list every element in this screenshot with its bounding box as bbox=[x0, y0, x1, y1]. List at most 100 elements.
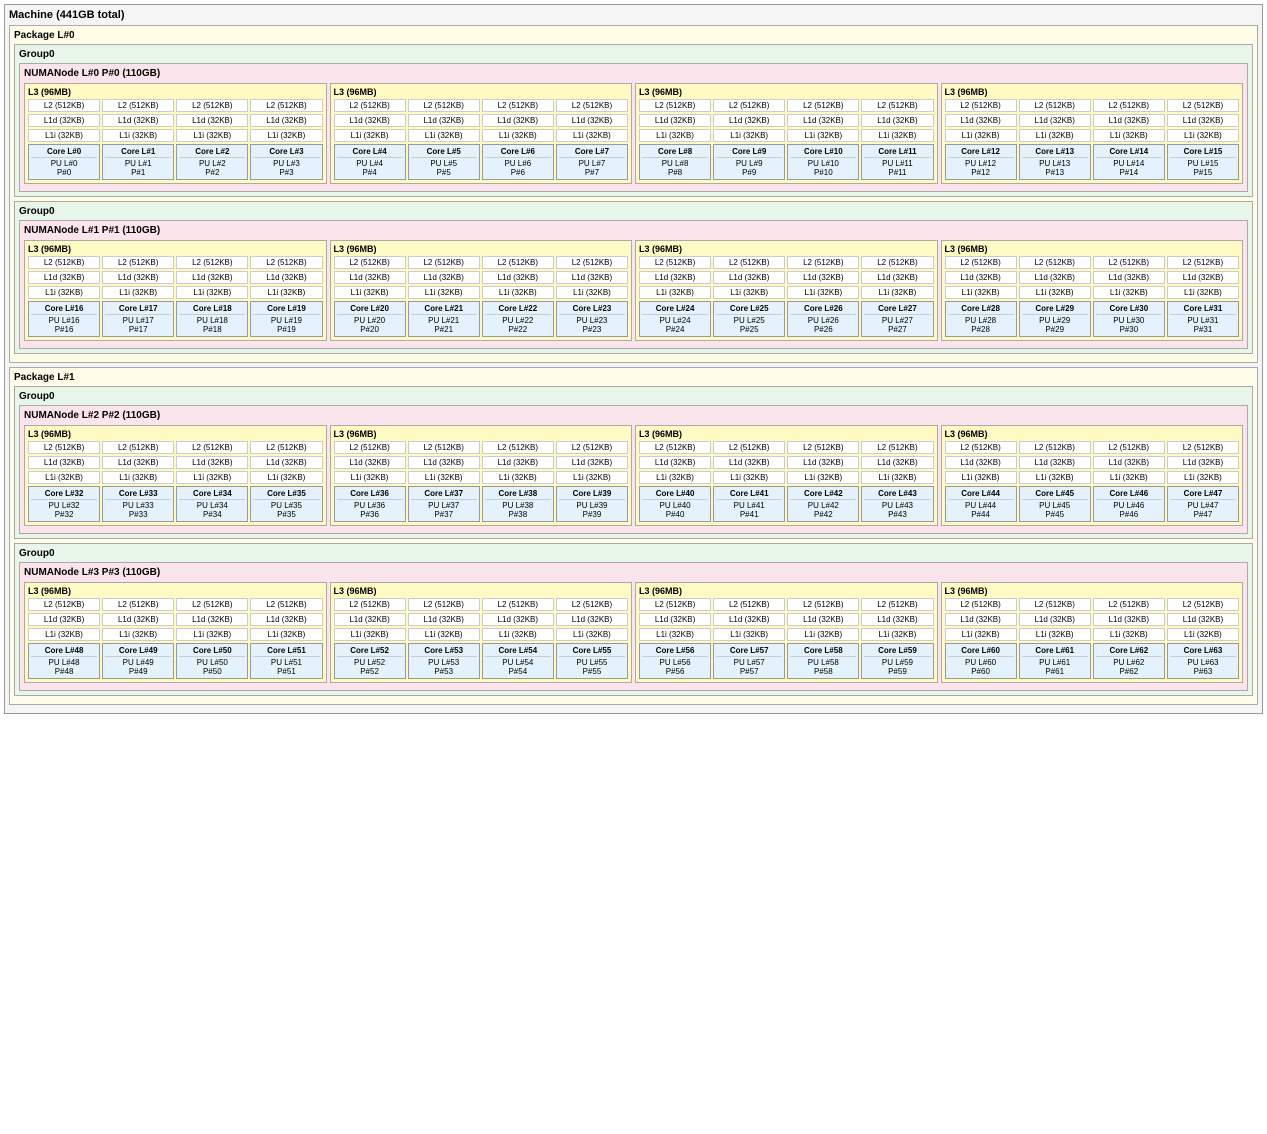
cache-row: L1i (32KB)L1i (32KB)L1i (32KB)L1i (32KB) bbox=[334, 628, 629, 641]
cache-cell: L2 (512KB) bbox=[102, 598, 174, 611]
core-box: Core L#53PU L#53 P#53 bbox=[408, 643, 480, 679]
core-box: Core L#12PU L#12 P#12 bbox=[945, 144, 1017, 180]
cache-cell: L1d (32KB) bbox=[713, 271, 785, 284]
core-label: Core L#53 bbox=[411, 646, 477, 657]
cache-cell: L1i (32KB) bbox=[861, 628, 933, 641]
cache-cell: L1d (32KB) bbox=[102, 271, 174, 284]
numa-title: NUMANode L#0 P#0 (110GB) bbox=[24, 68, 1243, 79]
core-label: Core L#42 bbox=[790, 489, 856, 500]
core-box: Core L#55PU L#55 P#55 bbox=[556, 643, 628, 679]
cache-cell: L2 (512KB) bbox=[556, 99, 628, 112]
pu-label: PU L#25 P#25 bbox=[716, 316, 782, 334]
cache-cell: L2 (512KB) bbox=[408, 256, 480, 269]
cache-cell: L1d (32KB) bbox=[1019, 114, 1091, 127]
l3-title: L3 (96MB) bbox=[945, 87, 1240, 97]
cache-cell: L2 (512KB) bbox=[787, 99, 859, 112]
pu-label: PU L#3 P#3 bbox=[253, 159, 319, 177]
pu-label: PU L#15 P#15 bbox=[1170, 159, 1236, 177]
core-row: Core L#28PU L#28 P#28Core L#29PU L#29 P#… bbox=[945, 301, 1240, 337]
core-label: Core L#35 bbox=[253, 489, 319, 500]
cache-cell: L2 (512KB) bbox=[861, 99, 933, 112]
core-label: Core L#46 bbox=[1096, 489, 1162, 500]
core-row: Core L#40PU L#40 P#40Core L#41PU L#41 P#… bbox=[639, 486, 934, 522]
group-box: Group0NUMANode L#3 P#3 (110GB)L3 (96MB)L… bbox=[14, 543, 1253, 696]
pu-label: PU L#40 P#40 bbox=[642, 501, 708, 519]
cache-cell: L2 (512KB) bbox=[176, 441, 248, 454]
core-label: Core L#58 bbox=[790, 646, 856, 657]
cache-cell: L1i (32KB) bbox=[334, 286, 406, 299]
core-box: Core L#38PU L#38 P#38 bbox=[482, 486, 554, 522]
cache-cell: L1d (32KB) bbox=[945, 456, 1017, 469]
cache-cell: L2 (512KB) bbox=[787, 256, 859, 269]
core-box: Core L#29PU L#29 P#29 bbox=[1019, 301, 1091, 337]
pu-label: PU L#29 P#29 bbox=[1022, 316, 1088, 334]
cache-cell: L1i (32KB) bbox=[334, 628, 406, 641]
cache-cell: L1i (32KB) bbox=[28, 471, 100, 484]
cache-cell: L1d (32KB) bbox=[556, 613, 628, 626]
core-row: Core L#56PU L#56 P#56Core L#57PU L#57 P#… bbox=[639, 643, 934, 679]
cache-cell: L1i (32KB) bbox=[556, 628, 628, 641]
numa-box: NUMANode L#2 P#2 (110GB)L3 (96MB)L2 (512… bbox=[19, 405, 1248, 534]
l3-block: L3 (96MB)L2 (512KB)L2 (512KB)L2 (512KB)L… bbox=[24, 83, 327, 184]
pu-label: PU L#21 P#21 bbox=[411, 316, 477, 334]
cache-row: L1i (32KB)L1i (32KB)L1i (32KB)L1i (32KB) bbox=[639, 628, 934, 641]
cache-row: L1i (32KB)L1i (32KB)L1i (32KB)L1i (32KB) bbox=[28, 628, 323, 641]
cache-row: L2 (512KB)L2 (512KB)L2 (512KB)L2 (512KB) bbox=[639, 256, 934, 269]
core-label: Core L#43 bbox=[864, 489, 930, 500]
cache-cell: L1i (32KB) bbox=[1093, 628, 1165, 641]
l3-block: L3 (96MB)L2 (512KB)L2 (512KB)L2 (512KB)L… bbox=[24, 425, 327, 526]
group-title: Group0 bbox=[19, 206, 1248, 217]
cache-row: L1d (32KB)L1d (32KB)L1d (32KB)L1d (32KB) bbox=[28, 456, 323, 469]
l3-block: L3 (96MB)L2 (512KB)L2 (512KB)L2 (512KB)L… bbox=[24, 240, 327, 341]
pu-label: PU L#46 P#46 bbox=[1096, 501, 1162, 519]
numa-box: NUMANode L#1 P#1 (110GB)L3 (96MB)L2 (512… bbox=[19, 220, 1248, 349]
cache-cell: L1i (32KB) bbox=[482, 628, 554, 641]
pu-label: PU L#32 P#32 bbox=[31, 501, 97, 519]
cache-cell: L1d (32KB) bbox=[713, 456, 785, 469]
cache-cell: L1i (32KB) bbox=[1093, 471, 1165, 484]
l3-title: L3 (96MB) bbox=[28, 586, 323, 596]
cache-cell: L1d (32KB) bbox=[639, 456, 711, 469]
core-label: Core L#14 bbox=[1096, 147, 1162, 158]
core-label: Core L#5 bbox=[411, 147, 477, 158]
pu-label: PU L#13 P#13 bbox=[1022, 159, 1088, 177]
core-box: Core L#41PU L#41 P#41 bbox=[713, 486, 785, 522]
cache-cell: L1i (32KB) bbox=[639, 286, 711, 299]
core-label: Core L#12 bbox=[948, 147, 1014, 158]
core-label: Core L#9 bbox=[716, 147, 782, 158]
cache-cell: L1i (32KB) bbox=[945, 628, 1017, 641]
cache-cell: L2 (512KB) bbox=[1167, 441, 1239, 454]
cache-cell: L1d (32KB) bbox=[408, 456, 480, 469]
cache-row: L2 (512KB)L2 (512KB)L2 (512KB)L2 (512KB) bbox=[28, 441, 323, 454]
core-box: Core L#16PU L#16 P#16 bbox=[28, 301, 100, 337]
cache-row: L1d (32KB)L1d (32KB)L1d (32KB)L1d (32KB) bbox=[639, 456, 934, 469]
core-box: Core L#31PU L#31 P#31 bbox=[1167, 301, 1239, 337]
pu-label: PU L#16 P#16 bbox=[31, 316, 97, 334]
l3-title: L3 (96MB) bbox=[334, 429, 629, 439]
pu-label: PU L#59 P#59 bbox=[864, 658, 930, 676]
core-row: Core L#24PU L#24 P#24Core L#25PU L#25 P#… bbox=[639, 301, 934, 337]
core-box: Core L#34PU L#34 P#34 bbox=[176, 486, 248, 522]
group-box: Group0 NUMANode L#1 P#1 (110GB)L3 (96MB)L… bbox=[14, 201, 1253, 354]
cache-cell: L2 (512KB) bbox=[1019, 256, 1091, 269]
cache-cell: L1d (32KB) bbox=[176, 271, 248, 284]
cache-cell: L1d (32KB) bbox=[787, 456, 859, 469]
numa-box: NUMANode L#3 P#3 (110GB)L3 (96MB)L2 (512… bbox=[19, 562, 1248, 691]
group-title: Group0 bbox=[19, 49, 1248, 60]
cache-cell: L1d (32KB) bbox=[28, 613, 100, 626]
cache-row: L2 (512KB)L2 (512KB)L2 (512KB)L2 (512KB) bbox=[28, 598, 323, 611]
cache-cell: L1i (32KB) bbox=[334, 129, 406, 142]
cache-row: L2 (512KB)L2 (512KB)L2 (512KB)L2 (512KB) bbox=[334, 441, 629, 454]
cache-row: L1i (32KB)L1i (32KB)L1i (32KB)L1i (32KB) bbox=[945, 628, 1240, 641]
cache-cell: L1i (32KB) bbox=[945, 286, 1017, 299]
cache-cell: L1i (32KB) bbox=[1167, 471, 1239, 484]
l3-block: L3 (96MB)L2 (512KB)L2 (512KB)L2 (512KB)L… bbox=[635, 83, 938, 184]
cache-row: L2 (512KB)L2 (512KB)L2 (512KB)L2 (512KB) bbox=[639, 598, 934, 611]
pu-label: PU L#50 P#50 bbox=[179, 658, 245, 676]
cache-cell: L2 (512KB) bbox=[713, 256, 785, 269]
core-row: Core L#12PU L#12 P#12 Core L#13PU L#13 P#… bbox=[945, 144, 1240, 180]
cache-cell: L1d (32KB) bbox=[945, 613, 1017, 626]
l3-block: L3 (96MB)L2 (512KB)L2 (512KB)L2 (512KB)L… bbox=[941, 240, 1244, 341]
core-label: Core L#13 bbox=[1022, 147, 1088, 158]
core-label: Core L#20 bbox=[337, 304, 403, 315]
